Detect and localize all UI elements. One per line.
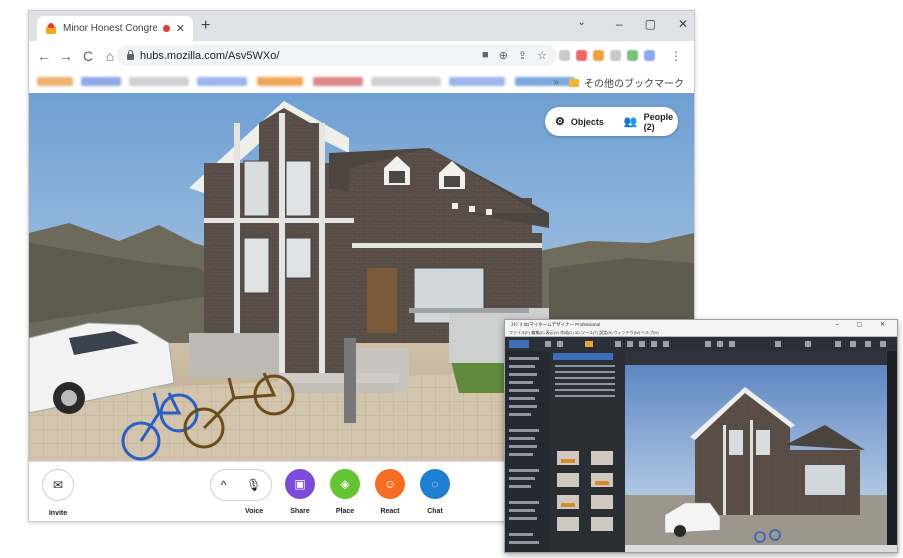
- folder-icon: [569, 78, 579, 87]
- back-button[interactable]: ←: [33, 48, 55, 64]
- objects-label: Objects: [570, 116, 604, 127]
- bookmark-item[interactable]: [197, 77, 247, 86]
- home-designer-window: ｽﾀｼﾞｵ 3Dマイホームデザイナー Professional – ▢ ✕ ファ…: [504, 319, 898, 553]
- place-label: Place: [335, 508, 355, 515]
- chat-icon: ◌: [420, 469, 450, 499]
- bookmarks-bar: » その他のブックマーク: [29, 71, 694, 94]
- bookmark-item[interactable]: [81, 77, 121, 86]
- url-field[interactable]: hubs.mozilla.com/Asv5WXo/ ■ ⊕ ⇪ ☆: [117, 45, 557, 66]
- other-bookmarks[interactable]: » その他のブックマーク: [553, 75, 684, 90]
- app-toolbar-icons: [509, 340, 886, 348]
- tab-close-icon[interactable]: ✕: [176, 22, 185, 35]
- microphone-icon[interactable]: 🎙: [246, 478, 261, 492]
- react-button[interactable]: ☺ React: [368, 469, 412, 515]
- hubs-favicon-icon: [45, 22, 57, 35]
- extension-icon[interactable]: [593, 50, 604, 61]
- app-title-bar: ｽﾀｼﾞｵ 3Dマイホームデザイナー Professional – ▢ ✕: [505, 320, 897, 330]
- window-controls: ⌄ – ▢ ✕: [578, 17, 688, 31]
- recording-indicator-icon: [162, 25, 170, 32]
- place-button[interactable]: ◈ Place: [323, 469, 367, 515]
- react-icon: ☺: [375, 469, 405, 499]
- extension-icon[interactable]: [576, 50, 587, 61]
- share-page-icon[interactable]: ⇪: [518, 49, 527, 62]
- reload-button[interactable]: C: [77, 48, 99, 64]
- bookmark-item[interactable]: [257, 77, 303, 86]
- invite-label: Invite: [48, 510, 68, 517]
- bookmark-item[interactable]: [313, 77, 363, 86]
- tab-search-icon[interactable]: ⌄: [578, 17, 586, 31]
- app-parts-panel[interactable]: [549, 351, 626, 552]
- bookmark-item[interactable]: [129, 77, 189, 86]
- people-label: People (2): [643, 111, 674, 132]
- place-icon: ◈: [330, 469, 360, 499]
- app-toolbar: [505, 337, 897, 352]
- app-view-toolbar[interactable]: [625, 351, 887, 365]
- bookmark-item[interactable]: [371, 77, 441, 86]
- extension-icon[interactable]: [559, 50, 570, 61]
- address-bar: ← → C ⌂ hubs.mozilla.com/Asv5WXo/ ■ ⊕ ⇪ …: [29, 41, 694, 71]
- camera-icon[interactable]: ■: [482, 49, 489, 62]
- chat-button[interactable]: ◌ Chat: [413, 469, 457, 515]
- app-menu-bar[interactable]: ファイル(F) 編集(E) 表示(V) 作成(C) 3D ツール(T) 設定(S…: [505, 330, 897, 337]
- parts-thumbnails: [553, 353, 615, 531]
- maximize-button[interactable]: ▢: [645, 17, 656, 31]
- share-icon: ▣: [285, 469, 315, 499]
- people-button[interactable]: 👥 People (2): [614, 112, 683, 132]
- install-app-icon[interactable]: ⊕: [499, 49, 508, 62]
- app-title: ｽﾀｼﾞｵ 3Dマイホームデザイナー Professional: [511, 322, 601, 327]
- share-label: Share: [290, 508, 310, 515]
- house-render: [625, 365, 887, 545]
- app-scrollbar[interactable]: [887, 351, 897, 552]
- share-button[interactable]: ▣ Share: [278, 469, 322, 515]
- browser-menu-icon[interactable]: ⋮: [670, 49, 682, 63]
- minimize-button[interactable]: –: [616, 17, 623, 31]
- objects-button[interactable]: ⚙ Objects: [545, 115, 614, 128]
- voice-options-chevron-icon[interactable]: ^: [221, 478, 227, 492]
- extension-icon[interactable]: [627, 50, 638, 61]
- extension-icon[interactable]: [644, 50, 655, 61]
- voice-label: Voice: [245, 508, 264, 515]
- forward-button[interactable]: →: [55, 48, 77, 64]
- new-tab-button[interactable]: +: [201, 17, 210, 35]
- category-items: [509, 357, 539, 544]
- app-status-bar: [625, 545, 897, 552]
- omnibox-icons: ■ ⊕ ⇪ ☆: [482, 49, 547, 62]
- app-category-list[interactable]: [505, 351, 550, 552]
- people-icon: 👥: [623, 116, 638, 128]
- bookmark-star-icon[interactable]: ☆: [537, 49, 547, 62]
- browser-tab[interactable]: Minor Honest Congregation ✕: [37, 16, 193, 41]
- objects-people-bar: ⚙ Objects 👥 People (2): [545, 107, 678, 136]
- objects-icon: ⚙: [555, 116, 565, 128]
- url-text: hubs.mozilla.com/Asv5WXo/: [140, 49, 280, 62]
- tab-strip: Minor Honest Congregation ✕ + ⌄ – ▢ ✕: [29, 11, 694, 41]
- extension-icons: [559, 50, 655, 61]
- bookmark-item[interactable]: [449, 77, 505, 86]
- extension-icon[interactable]: [610, 50, 621, 61]
- app-3d-view[interactable]: [625, 365, 887, 545]
- close-window-button[interactable]: ✕: [678, 17, 688, 31]
- invite-button[interactable]: ✉ Invite: [36, 469, 80, 517]
- voice-controls: ^ 🎙: [210, 469, 272, 501]
- chat-label: Chat: [427, 508, 443, 515]
- bookmark-item[interactable]: [37, 77, 73, 86]
- tab-title: Minor Honest Congregation: [63, 23, 157, 34]
- lock-icon: [127, 49, 134, 60]
- bookmarks-overflow-icon[interactable]: »: [553, 77, 559, 88]
- invite-icon: ✉: [42, 469, 74, 501]
- other-bookmarks-label: その他のブックマーク: [584, 79, 684, 90]
- react-label: React: [380, 508, 400, 515]
- app-window-controls[interactable]: – ▢ ✕: [836, 321, 893, 328]
